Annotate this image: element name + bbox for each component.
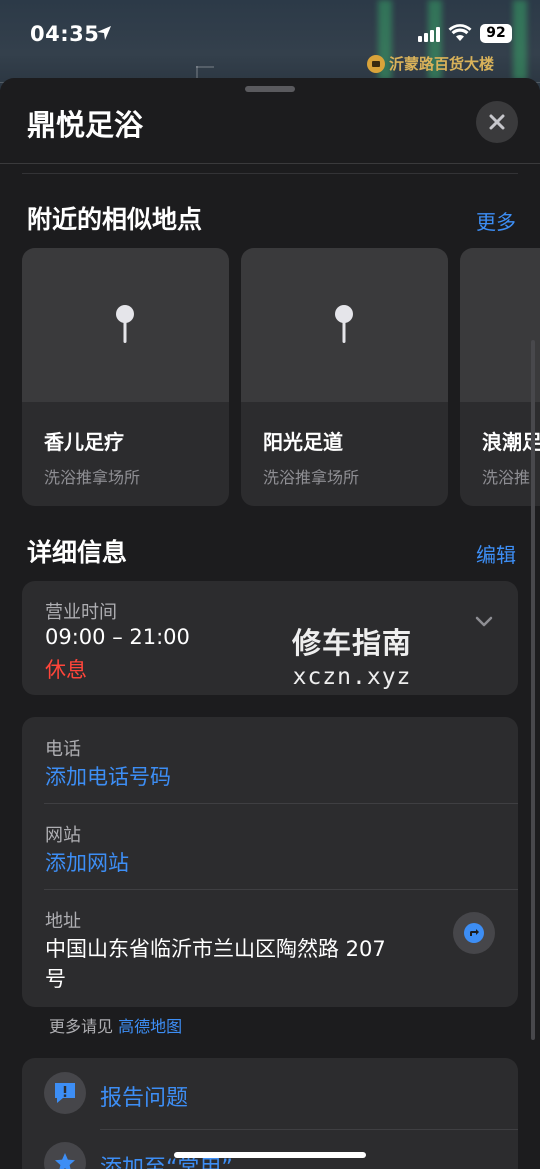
row-divider [44,803,518,804]
wifi-icon [448,24,472,41]
star-icon [55,1153,75,1169]
place-image-placeholder [460,248,540,402]
address-label: 地址 [45,911,81,932]
place-image-placeholder [22,248,229,402]
place-sheet: 鼎悦足浴 附近的相似地点 更多 香儿足疗 洗浴推拿场所 阳光足道 洗浴推拿场所 … [0,78,540,1169]
section-divider [22,173,518,174]
status-bar: 04:35 92 [0,0,540,70]
nearby-place-category: 洗浴推拿场所 [263,468,360,487]
row-divider [44,889,518,890]
report-issue-icon [55,1083,75,1103]
details-edit-link[interactable]: 编辑 [476,539,516,568]
nearby-place-category: 洗浴推 [482,468,531,487]
add-website-link[interactable]: 添加网站 [45,847,129,877]
hours-value: 09:00 – 21:00 [45,625,190,649]
report-issue-icon-wrap [44,1072,86,1114]
details-title: 详细信息 [27,538,128,567]
directions-button[interactable] [453,912,495,954]
cellular-signal-icon [418,27,440,42]
nearby-place-category: 洗浴推拿场所 [44,468,141,487]
hours-label: 营业时间 [45,602,117,623]
battery-indicator: 92 [480,24,512,43]
map-pin-icon [116,305,134,343]
chevron-down-icon[interactable] [474,615,494,629]
more-info-text: 更多请见 高德地图 [49,1013,182,1037]
nearby-card[interactable]: 香儿足疗 洗浴推拿场所 [22,248,229,506]
phone-label: 电话 [45,739,81,760]
add-phone-link[interactable]: 添加电话号码 [45,761,171,791]
contact-panel: 电话 添加电话号码 网站 添加网站 地址 中国山东省临沂市兰山区陶然路 207 … [22,717,518,1007]
header-divider [0,163,540,164]
watermark-title: 修车指南 [292,626,413,660]
address-line2: 号 [45,967,66,991]
place-image-placeholder [241,248,448,402]
row-divider [100,1129,518,1130]
favorite-icon-wrap [44,1142,86,1169]
nearby-title: 附近的相似地点 [27,205,203,234]
nearby-card[interactable]: 阳光足道 洗浴推拿场所 [241,248,448,506]
directions-icon [464,923,484,943]
place-title: 鼎悦足浴 [27,108,144,142]
nearby-card[interactable]: 浪潮足 洗浴推 [460,248,540,506]
more-info-source-link[interactable]: 高德地图 [118,1017,182,1036]
report-issue-button[interactable]: 报告问题 [100,1080,188,1112]
sheet-grabber[interactable] [245,86,295,92]
more-info-prefix: 更多请见 [49,1017,114,1036]
watermark: 修车指南 xczn.xyz [292,620,412,690]
location-arrow-icon [97,26,111,40]
nearby-place-name: 阳光足道 [263,430,343,454]
status-time: 04:35 [30,22,100,46]
watermark-url: xczn.xyz [292,664,412,690]
hours-panel[interactable]: 营业时间 09:00 – 21:00 休息 [22,581,518,695]
hours-status: 休息 [45,658,87,682]
close-icon [489,114,505,130]
close-button[interactable] [476,101,518,143]
nearby-place-name: 香儿足疗 [44,430,124,454]
website-label: 网站 [45,825,81,846]
address-line1: 中国山东省临沂市兰山区陶然路 207 [45,937,386,961]
map-pin-icon [335,305,353,343]
home-indicator[interactable] [174,1152,366,1158]
nearby-more-link[interactable]: 更多 [476,206,516,235]
scroll-indicator[interactable] [531,340,535,1040]
